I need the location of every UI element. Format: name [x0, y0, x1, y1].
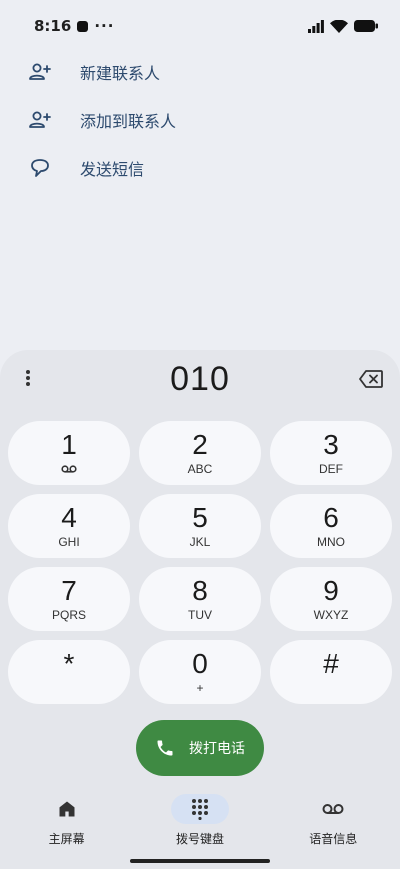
key-pound[interactable]: #: [270, 640, 392, 704]
key-digit: 6: [323, 502, 339, 533]
key-digit: 5: [192, 502, 208, 533]
battery-icon: [354, 20, 378, 32]
status-right: [308, 19, 378, 33]
key-letters: WXYZ: [313, 608, 349, 622]
nav-label: 拨号键盘: [175, 832, 224, 846]
key-digit: 9: [323, 575, 339, 606]
key-letters: MNO: [317, 535, 345, 549]
phone-icon: [157, 740, 173, 756]
key-3[interactable]: 3 DEF: [270, 421, 392, 485]
key-8[interactable]: 8 TUV: [139, 567, 261, 631]
key-digit: 1: [61, 429, 77, 460]
suggestion-label: 发送短信: [80, 160, 145, 179]
suggestion-label: 添加到联系人: [80, 112, 177, 131]
home-indicator[interactable]: [130, 859, 270, 863]
overflow-menu-button[interactable]: [14, 364, 42, 392]
nav-icon-container: [304, 794, 362, 824]
notification-icon: [77, 20, 89, 32]
key-letters: DEF: [319, 462, 343, 476]
status-bar: 8:16 ···: [0, 0, 400, 52]
suggestion-add-to-contact[interactable]: 添加到联系人: [0, 96, 400, 144]
keypad: 1 2 ABC 3 DEF 4 GHI 5 JKL 6 MNO 7 PQRS 8…: [8, 421, 392, 704]
suggestion-new-contact[interactable]: 新建联系人: [0, 48, 400, 96]
key-9[interactable]: 9 WXYZ: [270, 567, 392, 631]
key-1[interactable]: 1: [8, 421, 130, 485]
number-row: 010: [0, 350, 400, 408]
backspace-icon: [359, 370, 383, 388]
key-5[interactable]: 5 JKL: [139, 494, 261, 558]
add-person-icon: [28, 108, 52, 132]
key-letters: GHI: [58, 535, 80, 549]
signal-icon: [308, 19, 324, 33]
key-0[interactable]: 0 +: [139, 640, 261, 704]
suggestion-send-sms[interactable]: 发送短信: [0, 144, 400, 192]
add-person-icon: [28, 60, 52, 84]
key-2[interactable]: 2 ABC: [139, 421, 261, 485]
key-letters: +: [196, 681, 204, 695]
dialed-number[interactable]: 010: [170, 360, 230, 399]
key-4[interactable]: 4 GHI: [8, 494, 130, 558]
dialpad-icon: [191, 799, 208, 820]
voicemail-icon: [61, 462, 77, 476]
key-digit: 7: [61, 575, 77, 606]
message-icon: [28, 156, 52, 180]
voicemail-icon: [322, 804, 344, 814]
nav-icon-container: [170, 794, 229, 824]
backspace-button[interactable]: [356, 364, 386, 394]
key-digit: 8: [192, 575, 208, 606]
nav-voicemail[interactable]: 语音信息: [273, 790, 393, 854]
nav-label: 主屏幕: [48, 832, 85, 846]
key-digit: 4: [61, 502, 77, 533]
key-star[interactable]: *: [8, 640, 130, 704]
key-digit: 3: [323, 429, 339, 460]
key-7[interactable]: 7 PQRS: [8, 567, 130, 631]
suggestion-list: 新建联系人 添加到联系人 发送短信: [0, 48, 400, 192]
key-6[interactable]: 6 MNO: [270, 494, 392, 558]
key-digit: 2: [192, 429, 208, 460]
key-letters: TUV: [188, 608, 212, 622]
home-icon: [59, 801, 75, 817]
status-left: 8:16 ···: [34, 17, 114, 35]
key-digit: *: [63, 648, 75, 679]
suggestion-label: 新建联系人: [80, 64, 161, 83]
call-button[interactable]: 拨打电话: [136, 720, 264, 776]
nav-label: 语音信息: [309, 832, 358, 846]
key-digit: 0: [192, 648, 208, 679]
nav-icon-container: [38, 794, 96, 824]
key-letters: JKL: [189, 535, 211, 549]
key-letters: ABC: [187, 462, 213, 476]
bottom-nav: 主屏幕 拨号键盘 语音信息: [0, 790, 400, 854]
key-digit: #: [323, 648, 339, 679]
more-vertical-icon: [26, 370, 30, 386]
more-notifications-icon: ···: [94, 17, 115, 35]
nav-home[interactable]: 主屏幕: [7, 790, 127, 854]
wifi-icon: [330, 19, 348, 33]
nav-dialpad[interactable]: 拨号键盘: [140, 790, 260, 854]
dialpad-panel: 010 1 2 ABC 3 DEF 4 GHI 5 JKL 6 MNO 7 PQ…: [0, 350, 400, 869]
status-time: 8:16: [34, 17, 72, 35]
key-letters: PQRS: [51, 608, 86, 622]
call-button-label: 拨打电话: [189, 741, 245, 757]
